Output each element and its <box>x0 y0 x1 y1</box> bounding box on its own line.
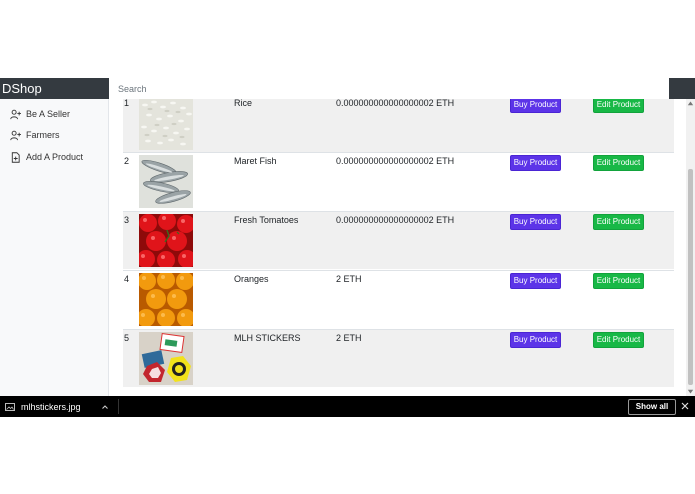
edit-product-button[interactable]: Edit Product <box>593 155 644 171</box>
file-plus-icon <box>11 151 20 163</box>
buy-product-button[interactable]: Buy Product <box>510 155 561 171</box>
scroll-down-arrow-icon[interactable] <box>686 387 695 396</box>
product-number: 4 <box>124 274 130 284</box>
sidebar-item-label: Add A Product <box>26 152 84 162</box>
sidebar-item-label: Be A Seller <box>26 109 71 119</box>
product-price: 0.000000000000000002 ETH <box>336 99 455 108</box>
table-row: 3 Fresh Tomatoes 0.000000000000000002 ET… <box>123 211 674 269</box>
search-input[interactable] <box>109 78 669 99</box>
product-number: 2 <box>124 156 130 166</box>
product-price: 0.000000000000000002 ETH <box>336 215 455 225</box>
product-image-rice <box>139 99 193 150</box>
product-number: 3 <box>124 215 130 225</box>
show-all-button[interactable]: Show all <box>628 399 676 415</box>
product-image-stickers <box>139 332 193 385</box>
table-row: 1 Rice 0.000000000000000002 ETH Buy Prod… <box>123 99 674 152</box>
product-image-oranges <box>139 273 193 326</box>
product-name: Oranges <box>234 274 269 284</box>
product-name: Maret Fish <box>234 156 277 166</box>
table-row: 4 Oranges 2 ETH Buy Product Edit Product <box>123 270 674 328</box>
product-name: Rice <box>234 99 253 108</box>
close-icon[interactable] <box>680 401 690 411</box>
app-window: DShop Be A Seller Farmers <box>0 78 695 396</box>
sidebar-item-label: Farmers <box>26 130 60 140</box>
product-name: MLH STICKERS <box>234 333 301 343</box>
sidebar: Be A Seller Farmers Add A Product <box>0 99 109 396</box>
edit-product-button[interactable]: Edit Product <box>593 214 644 230</box>
image-file-icon <box>5 402 15 411</box>
edit-product-button[interactable]: Edit Product <box>593 332 644 348</box>
sidebar-item-be-a-seller[interactable]: Be A Seller <box>10 106 70 122</box>
navbar: DShop <box>0 78 695 99</box>
download-file-name: mlhstickers.jpg <box>21 401 81 412</box>
download-item[interactable]: mlhstickers.jpg <box>0 396 118 417</box>
scroll-up-arrow-icon[interactable] <box>686 99 695 108</box>
edit-product-button[interactable]: Edit Product <box>593 273 644 289</box>
product-price: 2 ETH <box>336 274 362 284</box>
download-bar: mlhstickers.jpg Show all <box>0 396 695 417</box>
edit-product-button[interactable]: Edit Product <box>593 99 644 113</box>
product-price: 0.000000000000000002 ETH <box>336 156 455 166</box>
buy-product-button[interactable]: Buy Product <box>510 273 561 289</box>
product-name: Fresh Tomatoes <box>234 215 299 225</box>
buy-product-button[interactable]: Buy Product <box>510 99 561 113</box>
scrollbar-thumb[interactable] <box>688 169 693 385</box>
chevron-up-icon[interactable] <box>101 403 109 411</box>
vertical-scrollbar[interactable] <box>686 99 695 396</box>
buy-product-button[interactable]: Buy Product <box>510 332 561 348</box>
sidebar-item-add-a-product[interactable]: Add A Product <box>10 149 83 165</box>
product-price: 2 ETH <box>336 333 362 343</box>
sidebar-item-farmers[interactable]: Farmers <box>10 127 60 143</box>
product-number: 1 <box>124 99 130 108</box>
product-image-fish <box>139 155 193 208</box>
table-row: 2 Maret Fish 0.000000000000000002 ETH Bu… <box>123 152 674 210</box>
navbar-right <box>669 78 695 99</box>
product-table: 1 Rice 0.000000000000000002 ETH Buy Prod… <box>109 99 686 396</box>
brand-logo[interactable]: DShop <box>0 78 109 99</box>
download-bar-divider <box>118 399 119 414</box>
user-plus-icon <box>10 109 21 119</box>
product-image-tomatoes <box>139 214 193 267</box>
table-row: 5 MLH STICKERS 2 ETH Buy Product Edit Pr… <box>123 329 674 387</box>
user-plus-icon <box>10 130 21 140</box>
buy-product-button[interactable]: Buy Product <box>510 214 561 230</box>
product-number: 5 <box>124 333 130 343</box>
